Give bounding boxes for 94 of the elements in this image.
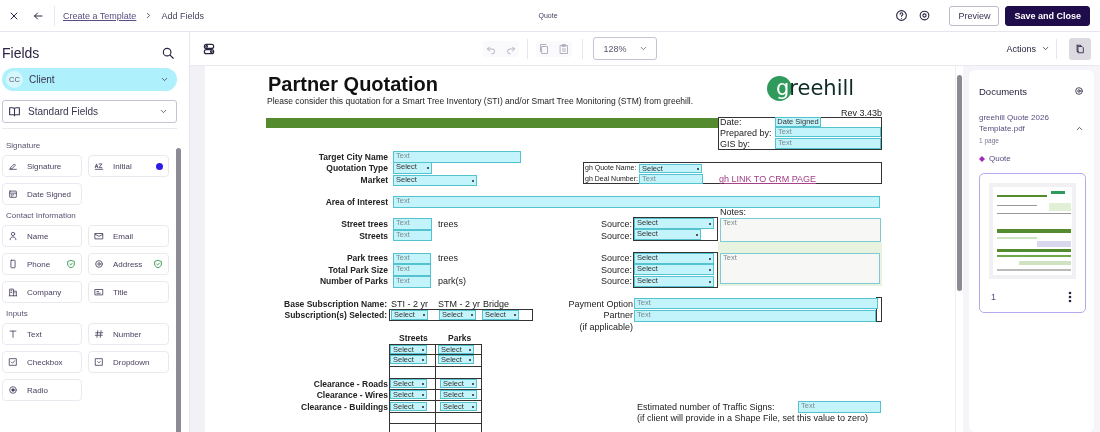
more-icon[interactable] <box>1066 289 1074 305</box>
hash-icon <box>94 329 104 339</box>
file-name: greehill Quote 2026 Template.pdf <box>979 112 1050 134</box>
field-item[interactable]: Checkbox <box>2 351 82 373</box>
documents-icon[interactable] <box>1069 37 1091 60</box>
form-label: Source: <box>600 218 632 230</box>
form-label: Bridge <box>483 298 509 310</box>
crm-link[interactable]: gh LINK TO CRM PAGE <box>719 173 817 185</box>
form-label: STI - 2 yr <box>391 298 428 310</box>
form-label: Date: <box>720 116 742 128</box>
form-label: (if client will provide in a Shape File, set this value to zero) <box>637 412 869 424</box>
form-label: Parks <box>448 332 472 344</box>
form-label: Park trees <box>346 252 388 264</box>
form-label: Streets <box>359 230 388 242</box>
form-label: Source: <box>600 275 632 287</box>
section-heading: Inputs <box>6 309 29 318</box>
form-label: Source: <box>600 230 632 242</box>
panel-title: Documents <box>979 85 1028 97</box>
field-item[interactable]: Email <box>88 225 169 247</box>
section-heading: Contact Information <box>6 211 77 220</box>
sidebar-title: Fields <box>2 45 40 61</box>
form-label: trees <box>438 252 458 264</box>
form-label: Clearance - Buildings <box>301 401 388 413</box>
field-item[interactable]: Phone <box>2 253 82 275</box>
chevron-down-icon <box>159 107 168 116</box>
checkbox-icon <box>8 357 18 367</box>
document-subtitle: Please consider this quotation for a Smart Tree Inventory (STI) and/or Smart Tree Monitoring (STM) from greehill. <box>267 95 694 107</box>
text-icon <box>8 329 18 339</box>
form-label: Quotation Type <box>326 162 388 174</box>
letters-icon <box>94 161 104 171</box>
revision-label: Rev 3.43b <box>840 107 882 119</box>
form-label: GIS by: <box>720 138 750 150</box>
template-name: Quote <box>989 154 1011 163</box>
phone-icon <box>8 259 18 269</box>
calendar-icon <box>8 189 18 199</box>
form-label: Target City Name <box>318 151 388 163</box>
chevron-down-icon <box>1041 44 1050 53</box>
chevron-down-icon <box>638 44 648 53</box>
radio-icon <box>8 385 18 395</box>
scrollbar-thumb[interactable] <box>176 148 181 432</box>
diamond-icon <box>979 155 985 162</box>
field-item[interactable]: Name <box>2 225 82 247</box>
document-title: Partner Quotation <box>268 72 438 96</box>
save-button[interactable]: Save and Close <box>1005 5 1090 26</box>
field-item[interactable]: Dropdown <box>88 351 169 373</box>
form-label: Subscription(s) Selected: <box>284 309 387 321</box>
field-item[interactable]: Radio <box>2 379 82 401</box>
field-item[interactable]: Initial <box>88 155 169 177</box>
form-label: Partner <box>603 309 633 321</box>
form-label: Payment Option <box>568 298 633 310</box>
form-label: trees <box>438 218 458 230</box>
form-label: Prepared by: <box>720 127 772 139</box>
dropdown-icon <box>94 357 104 367</box>
page-number: 1 <box>991 292 996 302</box>
zoom-select[interactable]: 128% <box>592 37 657 60</box>
field-set-select[interactable]: Standard Fields <box>2 100 177 123</box>
form-label: Area of Interest <box>325 196 388 208</box>
field-item[interactable]: Text <box>2 323 82 345</box>
field-item[interactable]: Address <box>88 253 169 275</box>
person-icon <box>8 231 18 241</box>
pen-icon <box>8 161 18 171</box>
field-item[interactable]: Date Signed <box>2 183 82 205</box>
field-item[interactable]: Signature <box>2 155 82 177</box>
building-icon <box>8 287 18 297</box>
envelope-icon <box>94 231 104 241</box>
scrollbar-thumb[interactable] <box>957 75 962 291</box>
form-label: Market <box>360 174 388 186</box>
breadcrumb-link[interactable]: Create a Template <box>63 10 137 21</box>
field-item[interactable]: Company <box>2 281 82 303</box>
form-label: STM - 2 yr <box>438 298 480 310</box>
form-label: Estimated number of Traffic Signs: <box>637 401 775 413</box>
chevron-down-icon <box>160 75 169 84</box>
id-card-icon <box>94 287 104 297</box>
preview-button[interactable]: Preview <box>949 5 1000 26</box>
location-pin-icon <box>94 259 104 269</box>
breadcrumb-current: Add Fields <box>161 10 204 21</box>
page-thumbnail[interactable]: 1 <box>979 173 1086 313</box>
form-label: Source: <box>600 264 632 276</box>
form-label: Clearance - Wires <box>316 389 388 401</box>
field-item[interactable]: Number <box>88 323 169 345</box>
form-label: Source: <box>600 252 632 264</box>
form-label: (if applicable) <box>579 321 633 333</box>
form-label: Street trees <box>341 218 388 230</box>
form-label: Number of Parks <box>319 275 388 287</box>
field-item[interactable]: Title <box>88 281 169 303</box>
section-heading: Signature <box>6 141 42 150</box>
form-label: Total Park Size <box>328 264 388 276</box>
form-label: Clearance - Roads <box>313 378 388 390</box>
form-label: park(s) <box>438 275 466 287</box>
actions-menu[interactable]: Actions <box>1000 43 1056 54</box>
form-label: Notes: <box>720 206 746 218</box>
book-icon <box>8 105 21 118</box>
form-label: Streets <box>399 332 428 344</box>
form-label: Base Subscription Name: <box>284 298 387 310</box>
